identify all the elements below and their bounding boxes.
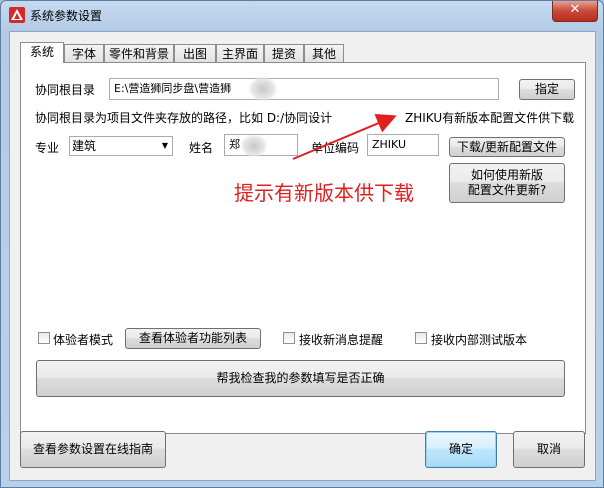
annotation-text: 提示有新版本供下载 bbox=[234, 181, 414, 205]
tab-system[interactable]: 系统 bbox=[20, 42, 64, 63]
settings-dialog: 系统参数设置 ✕ 系统 字体 零件和背景 出图 主界面 提资 其他 协同根目录 … bbox=[0, 0, 604, 488]
annotation-arrow-icon bbox=[292, 113, 397, 160]
